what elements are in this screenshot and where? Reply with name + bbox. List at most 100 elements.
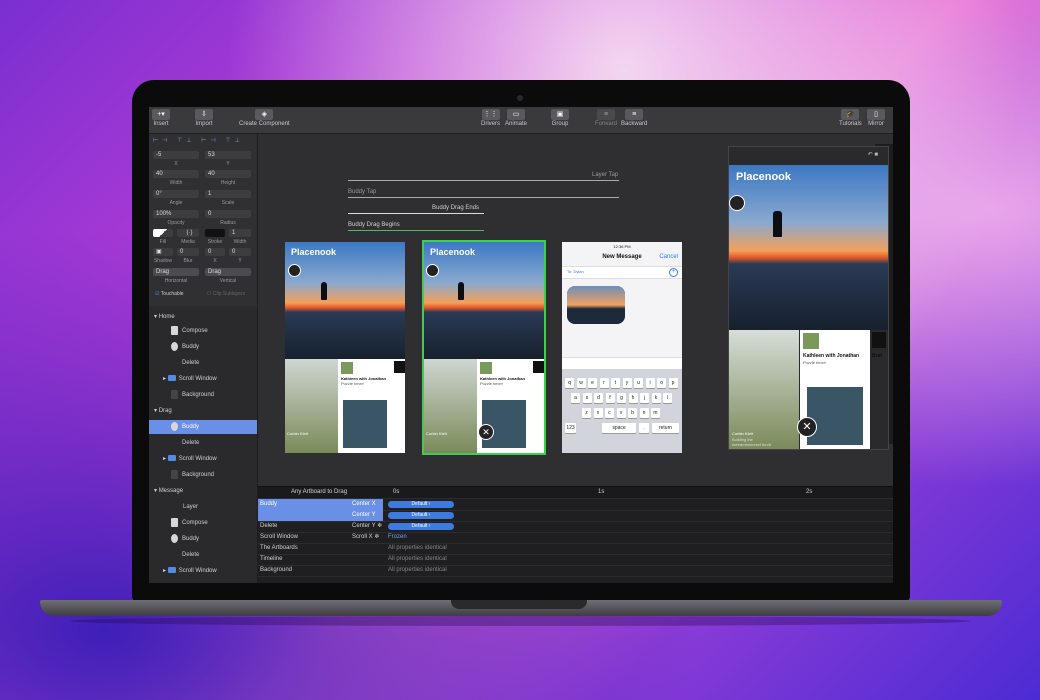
artboard-message[interactable]: 12:36 PM New Message Cancel To: Dylan + … bbox=[562, 242, 682, 453]
layer-delete[interactable]: Delete bbox=[149, 356, 257, 370]
mirror-button[interactable]: ▯ Mirror bbox=[867, 109, 885, 127]
alignment-icons[interactable]: ⊢⊣ ⊤⊥ ⊢⊣ ⊤⊥ bbox=[153, 137, 253, 144]
key-y[interactable]: y bbox=[622, 378, 632, 388]
blur-label: Blur bbox=[183, 258, 193, 264]
layer-delete[interactable]: Delete bbox=[149, 548, 257, 562]
runner-silhouette bbox=[773, 211, 782, 237]
forward-button[interactable]: ≡ Forward bbox=[595, 109, 617, 127]
layer-compose[interactable]: Compose bbox=[149, 516, 257, 530]
layer-scroll-window[interactable]: ▸ Scroll Window bbox=[149, 372, 257, 386]
width-field[interactable]: 40 bbox=[153, 170, 199, 178]
key-p[interactable]: p bbox=[668, 378, 678, 388]
key-v[interactable]: v bbox=[616, 408, 626, 418]
animate-button[interactable]: ▭ Animate bbox=[505, 109, 527, 127]
layer-scroll-window[interactable]: ▸ Scroll Window bbox=[149, 452, 257, 466]
close-icon[interactable]: ✕ bbox=[797, 417, 817, 437]
group-button[interactable]: ▣ Group bbox=[551, 109, 569, 127]
layer-group-message[interactable]: ▾ Message bbox=[149, 484, 257, 498]
key-dot[interactable]: . bbox=[639, 423, 649, 433]
scale-field[interactable]: 1 bbox=[205, 190, 251, 198]
layer-layer[interactable]: Layer bbox=[149, 500, 257, 514]
backward-button[interactable]: ≡ Backward bbox=[621, 109, 647, 127]
key-u[interactable]: u bbox=[634, 378, 643, 388]
insert-button[interactable]: +▾ Insert bbox=[152, 109, 170, 127]
key-a[interactable]: a bbox=[571, 393, 580, 403]
key-c[interactable]: c bbox=[605, 408, 614, 418]
layer-background[interactable]: Background bbox=[149, 468, 257, 482]
x-field[interactable]: -5 bbox=[153, 151, 199, 159]
layer-scroll-window[interactable]: ▸ Scroll Window bbox=[149, 564, 257, 578]
key-l[interactable]: l bbox=[663, 393, 672, 403]
layer-delete[interactable]: Delete bbox=[149, 436, 257, 450]
artboard-home[interactable]: Placenook Corbin Klett Kathleen with Jon… bbox=[285, 242, 405, 453]
media-icon[interactable]: (·) bbox=[177, 229, 199, 237]
preview-controls-icon[interactable]: ↶ ■ bbox=[868, 151, 878, 158]
key-t[interactable]: t bbox=[611, 378, 620, 388]
artboard-drag[interactable]: Placenook Corbin Klett Kathleen with Jon… bbox=[422, 240, 546, 455]
layer-group-home[interactable]: ▾ Home bbox=[149, 310, 257, 324]
clip-sublayers-checkbox[interactable]: ☐ Clip Sublayers bbox=[207, 291, 245, 297]
key-space[interactable]: space bbox=[602, 423, 636, 433]
touchable-checkbox[interactable]: ☑ Touchable bbox=[155, 291, 184, 297]
animation-curve-pill[interactable]: Default › bbox=[388, 512, 454, 519]
animation-curve-pill[interactable]: Default › bbox=[388, 501, 454, 508]
key-z[interactable]: z bbox=[582, 408, 591, 418]
key-e[interactable]: e bbox=[588, 378, 597, 388]
key-n[interactable]: n bbox=[639, 408, 649, 418]
key-r[interactable]: r bbox=[599, 378, 609, 388]
tutorials-button[interactable]: 🎓 Tutorials bbox=[839, 109, 862, 127]
layer-buddy-selected[interactable]: Buddy bbox=[149, 420, 257, 434]
import-button[interactable]: ⇩ Import bbox=[195, 109, 213, 127]
blur-field[interactable]: 0 bbox=[177, 248, 199, 256]
drivers-button[interactable]: ⋮⋮ Drivers bbox=[481, 109, 500, 127]
timeline-value: All properties identical bbox=[388, 545, 447, 551]
key-return[interactable]: return bbox=[652, 423, 679, 433]
layer-buddy[interactable]: Buddy bbox=[149, 532, 257, 546]
key-s[interactable]: s bbox=[582, 393, 592, 403]
radius-field[interactable]: 0 bbox=[205, 210, 251, 218]
tick-2s: 2s bbox=[806, 489, 813, 495]
shadow-x-field[interactable]: 0 bbox=[205, 248, 225, 256]
angle-field[interactable]: 0° bbox=[153, 190, 199, 198]
key-j[interactable]: j bbox=[640, 393, 649, 403]
cancel-button[interactable]: Cancel bbox=[659, 254, 678, 260]
key-f[interactable]: f bbox=[605, 393, 615, 403]
buddy-avatar[interactable] bbox=[288, 264, 301, 277]
key-q[interactable]: q bbox=[565, 378, 574, 388]
key-o[interactable]: o bbox=[657, 378, 666, 388]
key-h[interactable]: h bbox=[628, 393, 638, 403]
buddy-avatar[interactable] bbox=[729, 195, 745, 211]
stroke-width-field[interactable]: 1 bbox=[229, 229, 251, 237]
opacity-field[interactable]: 100% bbox=[153, 210, 199, 218]
message-input[interactable] bbox=[562, 357, 682, 369]
add-recipient-icon[interactable]: + bbox=[669, 268, 678, 277]
sunset-photo bbox=[424, 242, 544, 359]
key-w[interactable]: w bbox=[576, 378, 586, 388]
layer-group-drag[interactable]: ▾ Drag bbox=[149, 404, 257, 418]
horizontal-select[interactable]: Drag bbox=[153, 268, 199, 276]
stroke-swatch[interactable] bbox=[205, 229, 225, 237]
key-k[interactable]: k bbox=[651, 393, 661, 403]
close-icon[interactable]: ✕ bbox=[478, 424, 494, 440]
buddy-avatar[interactable] bbox=[426, 264, 439, 277]
key-i[interactable]: i bbox=[645, 378, 655, 388]
inspector-panel: ⊢⊣ ⊤⊥ ⊢⊣ ⊤⊥ -5 53 X Y 40 40 Width Height… bbox=[149, 134, 258, 306]
shadow-swatch[interactable]: ▣ bbox=[153, 248, 173, 256]
key-g[interactable]: g bbox=[617, 393, 626, 403]
key-m[interactable]: m bbox=[651, 408, 660, 418]
key-b[interactable]: b bbox=[628, 408, 637, 418]
height-field[interactable]: 40 bbox=[205, 170, 251, 178]
vertical-select[interactable]: Drag bbox=[205, 268, 251, 276]
key-d[interactable]: d bbox=[594, 393, 603, 403]
layer-background[interactable]: Background bbox=[149, 388, 257, 402]
animation-curve-pill[interactable]: Default › bbox=[388, 523, 454, 530]
fill-swatch[interactable] bbox=[153, 229, 173, 237]
shadow-y-field[interactable]: 0 bbox=[229, 248, 251, 256]
layer-buddy[interactable]: Buddy bbox=[149, 340, 257, 354]
key-x[interactable]: x bbox=[593, 408, 603, 418]
key-123[interactable]: 123 bbox=[565, 423, 576, 433]
layer-compose[interactable]: Compose bbox=[149, 324, 257, 338]
create-component-button[interactable]: ◈ Create Component bbox=[239, 109, 290, 127]
y-field[interactable]: 53 bbox=[205, 151, 251, 159]
timeline-row[interactable]: Background All properties identical bbox=[258, 565, 893, 577]
